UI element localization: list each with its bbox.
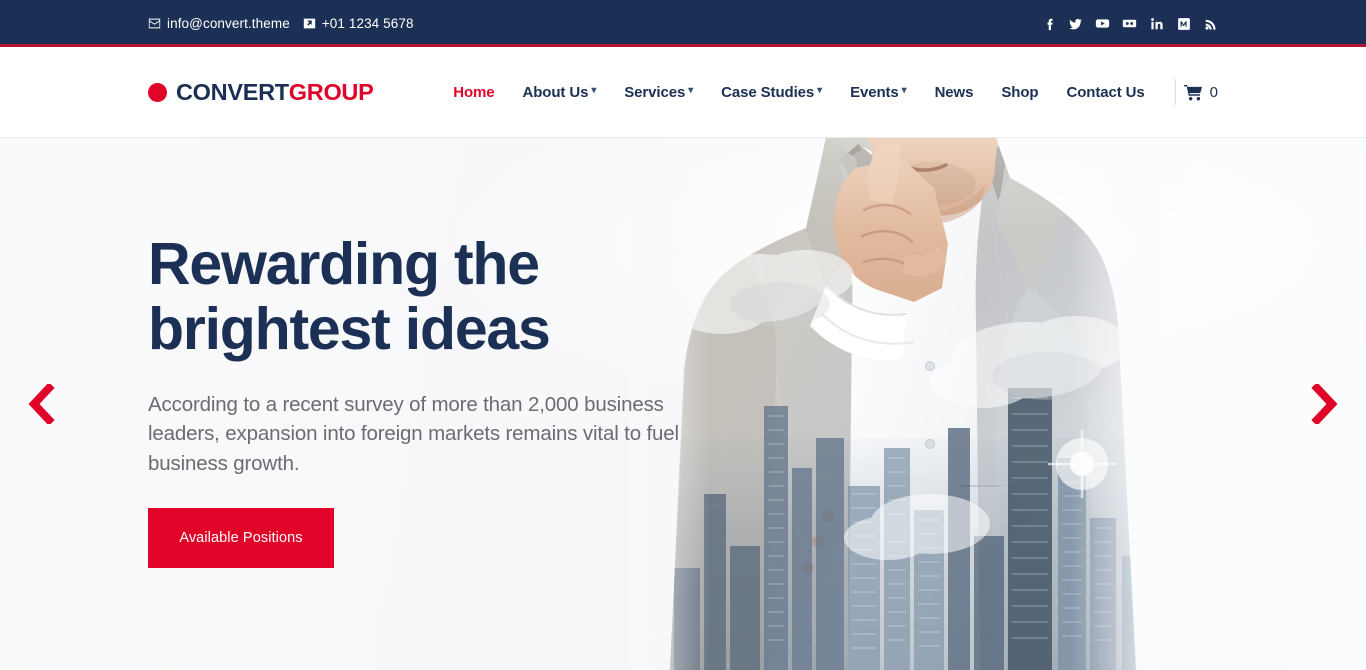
nav-item-label: Home [453, 83, 495, 101]
hero-image [630, 138, 1160, 670]
logo-text-secondary: GROUP [288, 78, 374, 105]
main-navigation: Home About Us ▾ Services ▾ Case Studies … [439, 79, 1218, 105]
logo-text: CONVERTGROUP [176, 78, 374, 106]
topbar-email-text: info@convert.theme [167, 16, 290, 31]
nav-item-case-studies[interactable]: Case Studies ▾ [707, 84, 836, 101]
medium-icon[interactable] [1176, 16, 1191, 31]
nav-item-label: Services [624, 83, 686, 101]
hero-content: Rewarding the brightest ideas According … [148, 138, 708, 670]
nav-item-shop[interactable]: Shop [987, 84, 1052, 101]
cart-button[interactable]: 0 [1183, 83, 1218, 101]
social-links [1041, 16, 1218, 31]
logo-dot-icon [148, 82, 167, 102]
shopping-cart-icon [1183, 84, 1203, 101]
top-bar: info@convert.theme +01 1234 5678 [0, 0, 1366, 47]
hero-title-line-2: brightest ideas [148, 295, 551, 362]
flickr-icon[interactable] [1122, 16, 1137, 31]
hero-slider: Rewarding the brightest ideas According … [0, 138, 1366, 670]
slider-next-button[interactable] [1302, 376, 1348, 432]
nav-item-contact-us[interactable]: Contact Us [1052, 84, 1158, 101]
nav-item-label: Shop [1001, 83, 1039, 101]
linkedin-icon[interactable] [1149, 16, 1164, 31]
logo-text-primary: CONVERT [176, 78, 289, 105]
facebook-icon[interactable] [1041, 16, 1056, 31]
available-positions-button[interactable]: Available Positions [148, 508, 334, 569]
nav-item-label: Contact Us [1066, 83, 1145, 101]
nav-item-label: News [934, 83, 974, 101]
hero-title-line-1: Rewarding the [148, 230, 540, 297]
rss-icon[interactable] [1203, 16, 1218, 31]
cart-count: 0 [1209, 83, 1218, 101]
topbar-email[interactable]: info@convert.theme [148, 16, 290, 31]
nav-item-label: About Us [522, 83, 589, 101]
site-logo[interactable]: CONVERTGROUP [148, 78, 374, 106]
chevron-down-icon: ▾ [817, 84, 823, 96]
nav-item-label: Events [850, 83, 899, 101]
chevron-right-icon [1311, 384, 1339, 424]
twitter-icon[interactable] [1068, 16, 1083, 31]
nav-item-events[interactable]: Events ▾ [836, 84, 921, 101]
topbar-contact-group: info@convert.theme +01 1234 5678 [148, 16, 414, 31]
nav-item-home[interactable]: Home [439, 84, 508, 101]
slider-prev-button[interactable] [18, 376, 64, 432]
nav-divider [1174, 79, 1176, 105]
phone-icon [303, 17, 316, 30]
hero-subtitle: According to a recent survey of more tha… [148, 392, 679, 475]
hero-title: Rewarding the brightest ideas [148, 230, 588, 362]
topbar-phone-text: +01 1234 5678 [321, 16, 414, 31]
nav-item-news[interactable]: News [921, 84, 988, 101]
chevron-down-icon: ▾ [901, 84, 907, 96]
youtube-icon[interactable] [1095, 16, 1110, 31]
chevron-left-icon [27, 384, 55, 424]
nav-item-about-us[interactable]: About Us ▾ [509, 84, 611, 101]
site-header: CONVERTGROUP Home About Us ▾ Services ▾ … [0, 47, 1366, 138]
topbar-phone[interactable]: +01 1234 5678 [303, 16, 414, 31]
chevron-down-icon: ▾ [688, 84, 694, 96]
nav-item-services[interactable]: Services ▾ [610, 84, 707, 101]
nav-item-label: Case Studies [721, 83, 815, 101]
envelope-icon [148, 17, 161, 30]
chevron-down-icon: ▾ [591, 84, 597, 96]
